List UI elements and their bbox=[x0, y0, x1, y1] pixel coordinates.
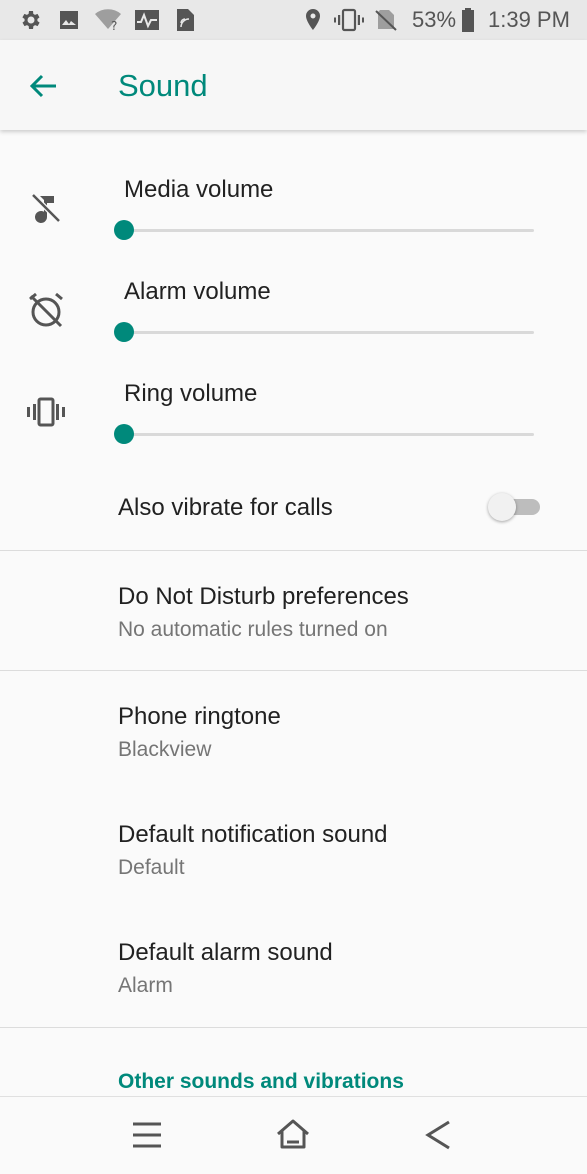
phone-ringtone-item[interactable]: Phone ringtone Blackview bbox=[0, 671, 587, 789]
wifi-question-icon: ? bbox=[95, 9, 121, 32]
status-bar: ? 53% 1:39 PM bbox=[0, 0, 587, 40]
menu-button[interactable] bbox=[123, 1111, 171, 1159]
pref-title: Default notification sound bbox=[118, 821, 388, 848]
pref-summary: No automatic rules turned on bbox=[118, 618, 388, 641]
clock: 1:39 PM bbox=[488, 7, 570, 32]
ring-volume-label: Ring volume bbox=[124, 380, 258, 407]
slider-thumb[interactable] bbox=[114, 220, 134, 240]
pref-title: Phone ringtone bbox=[118, 703, 281, 730]
vibrate-icon bbox=[27, 397, 65, 427]
location-icon bbox=[306, 9, 320, 30]
alarm-sound-item[interactable]: Default alarm sound Alarm bbox=[0, 907, 587, 1025]
home-icon bbox=[277, 1119, 309, 1149]
app-bar: Sound bbox=[0, 40, 587, 130]
arrow-left-icon bbox=[29, 74, 56, 98]
back-icon bbox=[425, 1120, 450, 1150]
pref-summary: Blackview bbox=[118, 738, 212, 761]
home-button[interactable] bbox=[269, 1111, 317, 1159]
vibrate-icon bbox=[334, 8, 364, 32]
pref-title: Default alarm sound bbox=[118, 939, 333, 966]
svg-text:?: ? bbox=[111, 19, 117, 32]
sim-icon bbox=[177, 9, 194, 31]
back-button[interactable] bbox=[20, 62, 68, 110]
image-icon bbox=[60, 11, 78, 29]
vibrate-for-calls-label: Also vibrate for calls bbox=[118, 494, 333, 521]
alarm-volume-slider[interactable] bbox=[114, 318, 538, 346]
nav-back-button[interactable] bbox=[415, 1111, 463, 1159]
pref-title: Do Not Disturb preferences bbox=[118, 583, 409, 610]
divider bbox=[0, 1027, 587, 1028]
menu-icon bbox=[133, 1122, 161, 1148]
section-header: Other sounds and vibrations bbox=[118, 1070, 404, 1093]
music-off-icon bbox=[31, 193, 61, 223]
slider-thumb[interactable] bbox=[114, 322, 134, 342]
notification-sound-item[interactable]: Default notification sound Default bbox=[0, 789, 587, 907]
alarm-off-icon bbox=[29, 292, 63, 328]
page-title: Sound bbox=[118, 68, 208, 103]
do-not-disturb-item[interactable]: Do Not Disturb preferences No automatic … bbox=[0, 551, 587, 669]
pref-summary: Alarm bbox=[118, 974, 173, 997]
media-volume-label: Media volume bbox=[124, 176, 274, 203]
gear-icon bbox=[22, 11, 40, 29]
ring-volume-slider[interactable] bbox=[114, 420, 538, 448]
switch-thumb bbox=[488, 493, 516, 521]
no-sim-icon bbox=[375, 10, 397, 31]
vibrate-for-calls-switch[interactable] bbox=[488, 490, 546, 524]
battery-icon bbox=[462, 8, 474, 32]
pref-summary: Default bbox=[118, 856, 185, 879]
alarm-volume-label: Alarm volume bbox=[124, 278, 271, 305]
battery-percent: 53% bbox=[412, 7, 457, 32]
slider-thumb[interactable] bbox=[114, 424, 134, 444]
media-volume-slider[interactable] bbox=[114, 216, 538, 244]
nav-bar bbox=[0, 1096, 587, 1174]
activity-icon bbox=[135, 10, 159, 30]
